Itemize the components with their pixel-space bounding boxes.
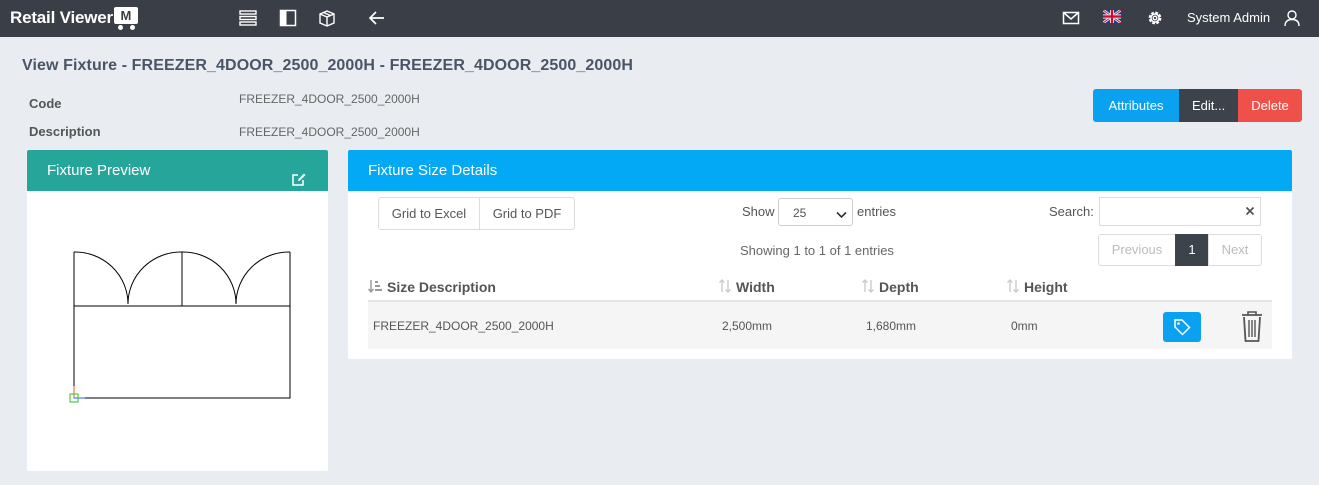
user-name[interactable]: System Admin xyxy=(1187,10,1270,25)
fixture-preview-panel: Fixture Preview xyxy=(27,150,328,471)
sort-both-icon xyxy=(861,279,875,296)
fixture-preview-title: Fixture Preview xyxy=(47,162,151,179)
page-title: View Fixture - FREEZER_4DOOR_2500_2000H … xyxy=(22,57,634,74)
column-label: Size Description xyxy=(387,279,496,295)
tag-icon xyxy=(1173,318,1191,339)
logo-mark: M xyxy=(113,7,138,24)
code-value: FREEZER_4DOOR_2500_2000H xyxy=(239,92,420,106)
table-info: Showing 1 to 1 of 1 entries xyxy=(740,243,894,258)
action-button-group: Attributes Edit... Delete xyxy=(1093,89,1302,122)
cell-width: 2,500mm xyxy=(722,319,773,333)
column-label: Depth xyxy=(879,279,919,295)
column-label: Width xyxy=(736,279,775,295)
description-label: Description xyxy=(29,124,101,139)
mail-icon[interactable] xyxy=(1062,9,1080,27)
search-label: Search: xyxy=(1049,204,1094,219)
search-input[interactable] xyxy=(1099,197,1261,226)
list-icon[interactable] xyxy=(239,9,257,27)
page-size-select[interactable]: 25 xyxy=(778,198,853,226)
cell-height: 0mm xyxy=(1011,319,1038,333)
gear-icon[interactable] xyxy=(1146,9,1164,27)
clear-search-icon[interactable] xyxy=(1244,205,1256,217)
uk-flag-icon[interactable] xyxy=(1102,8,1122,28)
pagination-next[interactable]: Next xyxy=(1208,234,1262,266)
top-navbar: Retail Viewer M System Admin xyxy=(0,0,1319,37)
chevron-down-icon xyxy=(836,208,847,222)
description-value: FREEZER_4DOOR_2500_2000H xyxy=(239,125,420,139)
app-logo[interactable]: Retail Viewer M xyxy=(10,4,140,32)
edit-icon[interactable] xyxy=(291,162,307,186)
export-button-group: Grid to Excel Grid to PDF xyxy=(378,197,575,230)
grid-to-excel-button[interactable]: Grid to Excel xyxy=(378,197,480,230)
edit-button[interactable]: Edit... xyxy=(1179,89,1238,122)
column-header-width[interactable]: Width xyxy=(718,279,775,296)
pagination-page-1[interactable]: 1 xyxy=(1175,234,1209,266)
grid-to-pdf-button[interactable]: Grid to PDF xyxy=(479,197,575,230)
sort-both-icon xyxy=(1006,279,1020,296)
delete-row-button[interactable] xyxy=(1239,309,1265,343)
tag-button[interactable] xyxy=(1163,312,1201,342)
fixture-preview-header: Fixture Preview xyxy=(27,150,328,191)
fixture-size-title: Fixture Size Details xyxy=(368,162,498,179)
box-icon[interactable] xyxy=(318,9,336,27)
cell-depth: 1,680mm xyxy=(866,319,917,333)
column-label: Height xyxy=(1024,279,1068,295)
column-header-size-description[interactable]: Size Description xyxy=(367,279,496,296)
back-arrow-icon[interactable] xyxy=(368,9,386,27)
user-icon[interactable] xyxy=(1283,9,1301,27)
page-size-value: 25 xyxy=(793,206,807,220)
sort-both-icon xyxy=(718,279,732,296)
fixture-drawing xyxy=(69,251,291,403)
column-header-height[interactable]: Height xyxy=(1006,279,1068,296)
pagination-previous[interactable]: Previous xyxy=(1098,234,1176,266)
fixture-size-header: Fixture Size Details xyxy=(348,150,1292,191)
cart-logo-icon: M xyxy=(113,6,140,30)
cell-size-description: FREEZER_4DOOR_2500_2000H xyxy=(373,319,554,333)
sidebar-toggle-icon[interactable] xyxy=(279,9,297,27)
trash-icon xyxy=(1239,309,1265,346)
attributes-button[interactable]: Attributes xyxy=(1093,89,1179,122)
logo-text: Retail Viewer xyxy=(10,8,113,27)
entries-label: entries xyxy=(857,204,897,219)
code-label: Code xyxy=(29,96,62,111)
sort-asc-icon xyxy=(367,279,383,296)
delete-button[interactable]: Delete xyxy=(1238,89,1302,122)
show-label: Show xyxy=(742,204,775,219)
column-header-depth[interactable]: Depth xyxy=(861,279,919,296)
